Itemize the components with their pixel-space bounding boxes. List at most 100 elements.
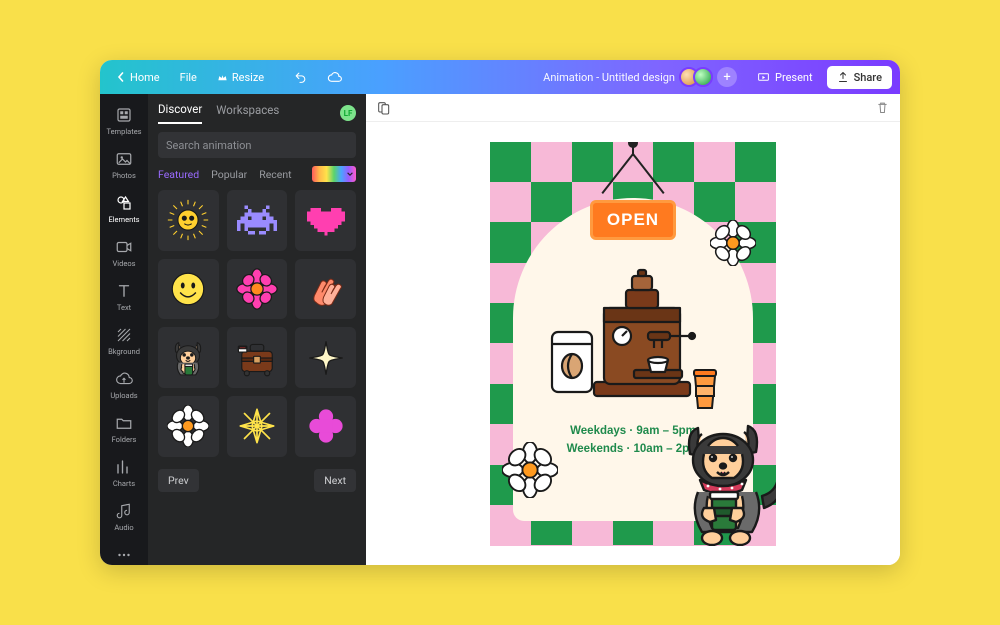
grid-item-daisy-white[interactable]	[158, 396, 219, 457]
upload-icon	[837, 71, 849, 83]
luggage-icon	[235, 338, 279, 378]
rail-label: Elements	[108, 215, 139, 224]
canvas-column: OPEN	[366, 94, 900, 565]
resize-menu[interactable]: Resize	[209, 67, 272, 88]
crown-icon	[217, 72, 228, 83]
rail-videos[interactable]: Videos	[102, 232, 146, 274]
topbar-left: Home File Resize	[108, 66, 350, 89]
background-icon	[115, 326, 133, 344]
chevron-left-icon	[116, 72, 126, 82]
cloud-save-button[interactable]	[319, 66, 350, 89]
tab-workspaces[interactable]: Workspaces	[216, 103, 279, 123]
sparkle-star-icon	[306, 338, 346, 378]
undo-icon	[294, 71, 307, 84]
rail-folders[interactable]: Folders	[102, 408, 146, 450]
rail-elements[interactable]: Elements	[102, 188, 146, 230]
document-title[interactable]: Animation - Untitled design	[543, 71, 675, 84]
grid-item-clapping-hands[interactable]	[295, 259, 356, 320]
animate-icon[interactable]	[376, 100, 392, 116]
shiba-coffee-icon	[165, 335, 211, 381]
canvas-stage[interactable]: OPEN	[366, 122, 900, 565]
rail-text[interactable]: Text	[102, 276, 146, 318]
rail-more[interactable]: More	[102, 540, 146, 565]
side-rail: Templates Photos Elements Videos Text Bk…	[100, 94, 148, 565]
photos-icon	[115, 150, 133, 168]
file-label: File	[180, 71, 197, 84]
flower-pink-icon	[236, 268, 278, 310]
rail-photos[interactable]: Photos	[102, 144, 146, 186]
audio-icon	[115, 502, 133, 520]
templates-icon	[115, 106, 133, 124]
rail-charts[interactable]: Charts	[102, 452, 146, 494]
avatar[interactable]	[693, 67, 713, 87]
back-button[interactable]: Home	[108, 67, 168, 88]
rail-audio[interactable]: Audio	[102, 496, 146, 538]
panel-tabs: Discover Workspaces LF	[158, 102, 356, 124]
filter-featured[interactable]: Featured	[158, 168, 199, 181]
rail-label: Videos	[113, 259, 136, 268]
rail-label: Text	[117, 303, 131, 312]
rail-label: Templates	[106, 127, 141, 136]
trash-icon[interactable]	[875, 100, 890, 115]
grid-item-space-invader[interactable]	[227, 190, 288, 251]
pager: Prev Next	[158, 469, 356, 492]
grid-item-sunburst[interactable]	[227, 396, 288, 457]
present-label: Present	[775, 71, 813, 84]
present-icon	[757, 71, 770, 84]
grid-item-luggage[interactable]	[227, 327, 288, 388]
rail-templates[interactable]: Templates	[102, 100, 146, 142]
sunburst-icon	[237, 406, 277, 446]
open-sign: OPEN	[590, 200, 676, 240]
grid-item-smiley[interactable]	[158, 259, 219, 320]
rail-label: Bkground	[108, 347, 140, 356]
videos-icon	[115, 238, 133, 256]
rail-label: Charts	[113, 479, 135, 488]
rail-label: Audio	[114, 523, 133, 532]
charts-icon	[115, 458, 133, 476]
file-menu[interactable]: File	[172, 67, 205, 88]
collaborator-avatars: +	[685, 67, 737, 87]
grid-item-clover-pink[interactable]	[295, 396, 356, 457]
grid-item-sun-coin[interactable]	[158, 190, 219, 251]
filter-popular[interactable]: Popular	[211, 168, 247, 181]
folders-icon	[115, 414, 133, 432]
grid-item-sparkle-star[interactable]	[295, 327, 356, 388]
rail-background[interactable]: Bkground	[102, 320, 146, 362]
elements-panel: Discover Workspaces LF Search animation …	[148, 94, 366, 565]
shiba-dog-icon	[668, 412, 776, 546]
cloud-icon	[327, 70, 342, 85]
rail-uploads[interactable]: Uploads	[102, 364, 146, 406]
daisy-white-icon	[710, 220, 756, 266]
undo-button[interactable]	[286, 67, 315, 88]
topbar: Home File Resize Animation - Untitled de…	[100, 60, 900, 94]
space-invader-icon	[237, 203, 277, 237]
clover-pink-icon	[307, 407, 345, 445]
grid-item-shiba-coffee[interactable]	[158, 327, 219, 388]
grid-item-flower-pink[interactable]	[227, 259, 288, 320]
present-button[interactable]: Present	[747, 67, 823, 88]
grid-item-pixel-heart[interactable]	[295, 190, 356, 251]
prev-button[interactable]: Prev	[158, 469, 199, 492]
next-button[interactable]: Next	[314, 469, 356, 492]
pixel-heart-icon	[307, 203, 345, 237]
filter-row: Featured Popular Recent	[158, 166, 356, 182]
resize-label: Resize	[232, 71, 264, 84]
smiley-icon	[167, 268, 209, 310]
filter-recent[interactable]: Recent	[259, 168, 291, 181]
daisy-white-icon	[167, 405, 209, 447]
tab-discover[interactable]: Discover	[158, 102, 202, 124]
rail-label: Photos	[112, 171, 136, 180]
text-icon	[115, 282, 133, 300]
share-label: Share	[854, 71, 882, 84]
rail-label: Folders	[112, 435, 137, 444]
artboard[interactable]: OPEN	[490, 142, 776, 546]
search-input[interactable]: Search animation	[158, 132, 356, 158]
share-button[interactable]: Share	[827, 66, 892, 89]
user-badge[interactable]: LF	[340, 105, 356, 121]
open-sign-plate: OPEN	[590, 200, 676, 240]
color-filter[interactable]	[312, 166, 356, 182]
add-collaborator-button[interactable]: +	[717, 67, 737, 87]
clapping-hands-icon	[306, 269, 346, 309]
togo-cup-icon	[690, 368, 720, 412]
search-placeholder: Search animation	[166, 139, 252, 152]
